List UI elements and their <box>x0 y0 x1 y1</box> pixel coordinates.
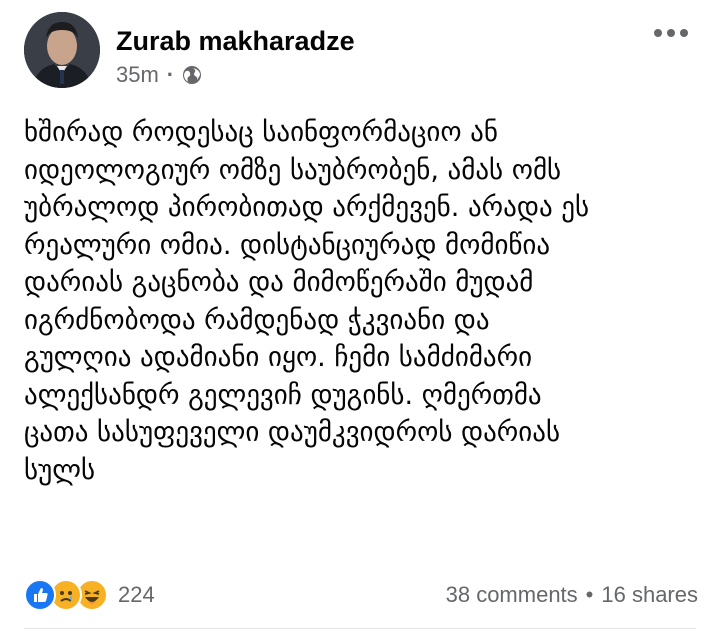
post-text-line: უბრალოდ პირობითად არქმევენ. არადა ეს <box>24 192 590 223</box>
reaction-icons <box>24 579 114 611</box>
shares-count-link[interactable]: 16 shares <box>601 582 698 608</box>
author-avatar[interactable] <box>24 12 100 88</box>
post-text-line: ცათა სასუფეველი დაუმკვიდროს დარიას <box>24 417 561 448</box>
globe-icon[interactable] <box>182 65 202 85</box>
post-footer: 224 38 comments • 16 shares <box>24 577 698 613</box>
reactions-summary[interactable]: 224 <box>24 579 155 611</box>
post-text-line: ხშირად როდესაც საინფორმაციო ან <box>24 117 498 148</box>
comments-count-link[interactable]: 38 comments <box>446 582 578 608</box>
reaction-count: 224 <box>118 582 155 607</box>
post-text-line: ალექსანდრ გელევიჩ დუგინს. ღმერთმა <box>24 379 542 411</box>
like-icon <box>24 579 56 611</box>
post-text-line: სულს <box>24 454 96 486</box>
post-text-line: იდეოლოგიურ ომზე საუბრობენ, ამას ომს <box>24 154 562 186</box>
post-text-line: გულღია ადამიანი იყო. ჩემი სამძიმარი <box>24 342 533 373</box>
post-header: Zurab makharadze 35m · <box>24 12 700 92</box>
post-meta: 35m · <box>116 62 202 88</box>
avatar-photo <box>24 12 100 88</box>
engagement-stats: 38 comments • 16 shares <box>446 582 698 608</box>
post-timestamp[interactable]: 35m <box>116 62 159 88</box>
meta-dot: · <box>166 62 175 87</box>
post-text-line: რეალური ომია. დისტანციურად მომიწია <box>24 229 551 261</box>
footer-divider <box>24 628 696 629</box>
author-name[interactable]: Zurab makharadze <box>116 26 355 57</box>
post-text-line: იგრძნობოდა რამდენად ჭკვიანი და <box>24 304 490 336</box>
facebook-post: Zurab makharadze 35m · ხშირად როდესაც სა… <box>0 0 720 639</box>
post-text: ხშირად როდესაც საინფორმაციო ან იდეოლოგიუ… <box>24 114 700 489</box>
post-text-line: დარიას გაცნობა და მიმოწერაში მუდამ <box>24 267 534 298</box>
more-horizontal-icon[interactable] <box>654 28 688 38</box>
stats-separator: • <box>585 582 594 607</box>
